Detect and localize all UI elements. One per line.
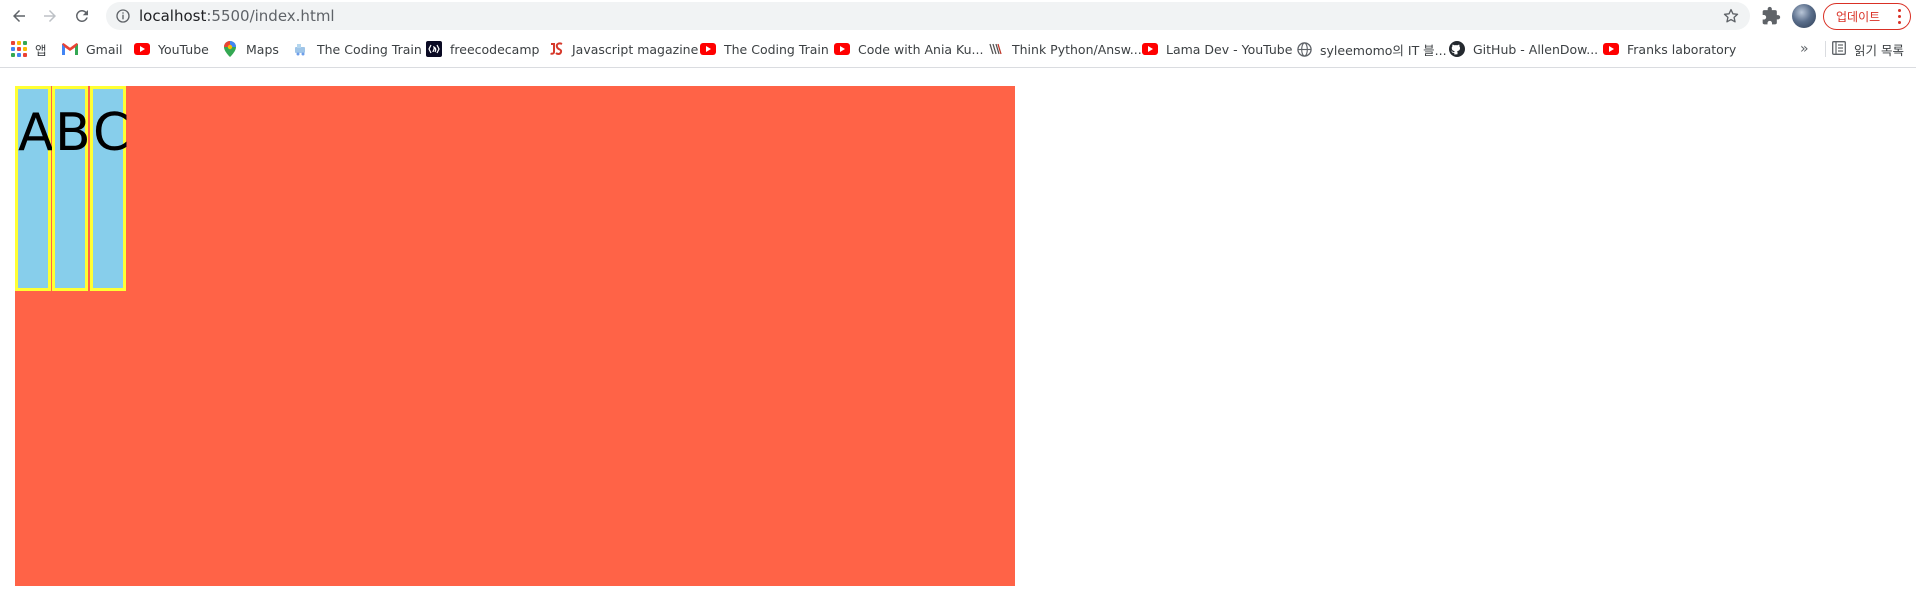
bookmark-franks-laboratory[interactable]: Franks laboratory (1603, 38, 1736, 60)
bookmark-maps[interactable]: Maps (222, 38, 279, 60)
info-icon[interactable] (115, 8, 131, 24)
address-bar[interactable]: localhost:5500/index.html (106, 2, 1750, 30)
flex-item-b: B (52, 86, 91, 291)
bookmark-github[interactable]: GitHub - AllenDow... (1449, 38, 1598, 60)
bookmark-youtube[interactable]: YouTube (134, 38, 209, 60)
gmail-icon (62, 41, 78, 57)
kebab-menu-icon (1898, 9, 1901, 24)
bookmark-label: Gmail (86, 41, 123, 57)
bookmark-js-magazine[interactable]: Javascript magazine (548, 38, 698, 60)
url-host: localhost (139, 7, 207, 25)
page-viewport: A B C (0, 69, 1916, 601)
bookmark-label: syleemomo의 IT 블... (1320, 42, 1447, 58)
bookmark-label: Maps (246, 41, 279, 57)
bookmark-apps[interactable]: 앱 (11, 38, 47, 60)
reading-list-label: 읽기 목록 (1854, 42, 1904, 58)
youtube-icon (1603, 41, 1619, 57)
freecodecamp-icon (426, 41, 442, 57)
reload-button[interactable] (68, 4, 96, 28)
bookmark-label: Think Python/Answ... (1012, 41, 1142, 57)
bookmark-freecodecamp[interactable]: freecodecamp (426, 38, 539, 60)
flex-container: A B C (15, 86, 1015, 586)
globe-icon (1296, 41, 1312, 57)
youtube-icon (134, 41, 150, 57)
arrow-right-icon (44, 10, 56, 22)
youtube-icon (834, 41, 850, 57)
flex-item-c: C (90, 86, 129, 291)
github-icon (1449, 41, 1465, 57)
coding-train-icon (293, 41, 309, 57)
bookmark-label: 앱 (35, 42, 47, 58)
youtube-icon (700, 41, 716, 57)
profile-avatar[interactable] (1792, 4, 1816, 28)
bookmark-think-python[interactable]: Think Python/Answ... (988, 38, 1142, 60)
browser-chrome: localhost:5500/index.html 업데이트 앱 Gmail Y… (0, 0, 1916, 68)
reload-icon (76, 9, 88, 22)
reading-list-icon (1832, 41, 1848, 57)
apps-grid-icon (11, 41, 27, 57)
bookmark-code-with-ania[interactable]: Code with Ania Ku... (834, 38, 983, 60)
bookmarks-bar: 앱 Gmail YouTube Maps The Coding Train fr… (0, 36, 1916, 62)
bookmark-lama-dev[interactable]: Lama Dev - YouTube (1142, 38, 1292, 60)
bookmark-label: Javascript magazine (572, 41, 699, 57)
bookmark-label: Code with Ania Ku... (858, 41, 984, 57)
bookmark-label: Lama Dev - YouTube (1166, 41, 1293, 57)
forward-button[interactable] (36, 4, 64, 28)
bookmark-label: The Coding Train (317, 41, 422, 57)
reading-list-button[interactable]: 읽기 목록 (1825, 38, 1904, 60)
bookmark-label: GitHub - AllenDow... (1473, 41, 1599, 57)
think-python-icon (988, 41, 1004, 57)
bookmark-coding-train-yt[interactable]: The Coding Train (700, 38, 829, 60)
puzzle-extension-icon[interactable] (1761, 6, 1781, 26)
star-icon[interactable] (1722, 7, 1740, 25)
bookmark-label: YouTube (158, 41, 209, 57)
bookmark-label: The Coding Train (724, 41, 829, 57)
bookmark-syleemomo[interactable]: syleemomo의 IT 블... (1296, 38, 1447, 60)
bookmark-coding-train[interactable]: The Coding Train (293, 38, 422, 60)
url-path: :5500/index.html (206, 7, 335, 25)
bookmark-label: Franks laboratory (1627, 41, 1737, 57)
back-button[interactable] (5, 4, 33, 28)
update-button[interactable]: 업데이트 (1823, 3, 1911, 30)
js-magazine-icon (548, 41, 564, 57)
bookmark-label: freecodecamp (450, 41, 540, 57)
more-bookmarks-button[interactable]: » (1800, 41, 1809, 57)
browser-toolbar: localhost:5500/index.html 업데이트 (0, 0, 1916, 32)
maps-pin-icon (222, 41, 238, 57)
flex-item-a: A (15, 86, 54, 291)
bookmark-gmail[interactable]: Gmail (62, 38, 122, 60)
update-label: 업데이트 (1836, 10, 1881, 24)
arrow-left-icon (13, 10, 25, 22)
youtube-icon (1142, 41, 1158, 57)
url-text[interactable]: localhost:5500/index.html (139, 7, 335, 25)
bookmarks-divider (1825, 41, 1826, 57)
